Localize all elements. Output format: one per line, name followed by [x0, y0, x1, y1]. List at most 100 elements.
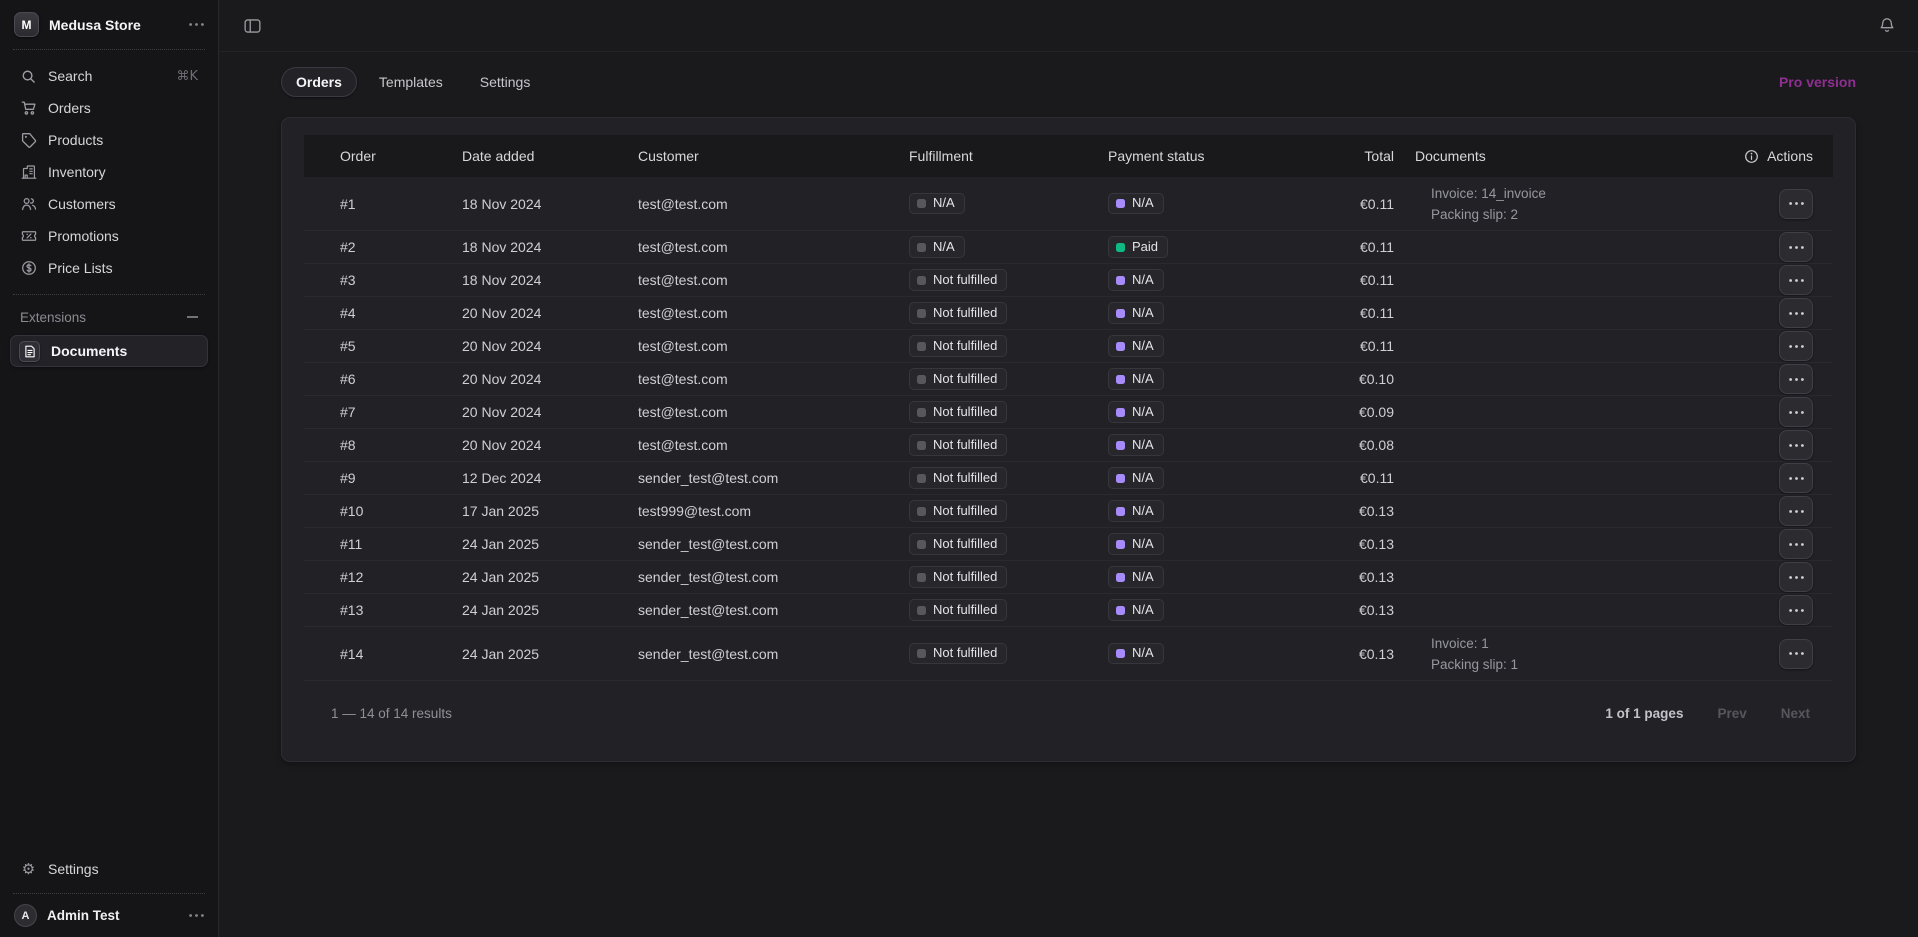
table-body: #118 Nov 2024test@test.comN/AN/A€0.11Inv…: [304, 177, 1833, 681]
row-actions-button[interactable]: [1779, 331, 1813, 361]
badge-label: Not fulfilled: [933, 570, 997, 585]
row-actions-button[interactable]: [1779, 529, 1813, 559]
prev-page-button[interactable]: Prev: [1717, 706, 1746, 721]
order-cell: #5: [304, 338, 462, 354]
fulfillment-badge: Not fulfilled: [909, 302, 1007, 324]
row-actions-button[interactable]: [1779, 639, 1813, 669]
order-cell: #12: [304, 569, 462, 585]
badge-label: N/A: [1132, 603, 1154, 618]
table-row[interactable]: #520 Nov 2024test@test.comNot fulfilledN…: [304, 330, 1833, 363]
badge-label: Not fulfilled: [933, 471, 997, 486]
sidebar-item-products[interactable]: Products: [10, 124, 208, 156]
sidebar-item-orders[interactable]: Orders: [10, 92, 208, 124]
fulfillment-cell: N/A: [909, 193, 1108, 215]
badge-label: N/A: [1132, 372, 1154, 387]
payment-status-badge: N/A: [1108, 566, 1164, 588]
ellipsis-icon: [1789, 477, 1804, 480]
documents-cell: Invoice: 1Packing slip: 1: [1394, 636, 1734, 672]
table-row[interactable]: #118 Nov 2024test@test.comN/AN/A€0.11Inv…: [304, 177, 1833, 231]
document-entry: Invoice: 1: [1431, 636, 1734, 651]
status-dot: [917, 276, 926, 285]
sidebar-item-inventory[interactable]: Inventory: [10, 156, 208, 188]
table-row[interactable]: #218 Nov 2024test@test.comN/APaid€0.11: [304, 231, 1833, 264]
ellipsis-icon: [1789, 543, 1804, 546]
badge-label: Not fulfilled: [933, 537, 997, 552]
main-area: OrdersTemplatesSettings Pro version Orde…: [219, 0, 1918, 937]
badge-label: Not fulfilled: [933, 405, 997, 420]
row-actions-button[interactable]: [1779, 232, 1813, 262]
ellipsis-icon: [1789, 444, 1804, 447]
sidebar-toggle-button[interactable]: [241, 15, 264, 37]
notifications-button[interactable]: [1876, 14, 1898, 37]
row-actions-button[interactable]: [1779, 496, 1813, 526]
row-actions-button[interactable]: [1779, 265, 1813, 295]
status-dot: [917, 199, 926, 208]
payment-status-badge: N/A: [1108, 368, 1164, 390]
sidebar-item-label: Promotions: [48, 228, 119, 244]
tab-settings[interactable]: Settings: [465, 67, 546, 97]
row-actions-button[interactable]: [1779, 595, 1813, 625]
collapse-extensions-icon[interactable]: [187, 316, 198, 318]
order-cell: #14: [304, 646, 462, 662]
customer-cell: test@test.com: [638, 437, 909, 453]
payment-status-cell: N/A: [1108, 434, 1308, 456]
row-actions-button[interactable]: [1779, 463, 1813, 493]
tab-orders[interactable]: Orders: [281, 67, 357, 97]
row-actions-button[interactable]: [1779, 189, 1813, 219]
total-cell: €0.13: [1308, 602, 1394, 618]
table-row[interactable]: #1424 Jan 2025sender_test@test.comNot fu…: [304, 627, 1833, 681]
date-added-cell: 20 Nov 2024: [462, 437, 638, 453]
next-page-button[interactable]: Next: [1781, 706, 1810, 721]
user-name: Admin Test: [47, 908, 179, 923]
pro-version-link[interactable]: Pro version: [1779, 74, 1856, 90]
row-actions-button[interactable]: [1779, 430, 1813, 460]
table-row[interactable]: #318 Nov 2024test@test.comNot fulfilledN…: [304, 264, 1833, 297]
store-menu[interactable]: M Medusa Store: [0, 0, 218, 49]
customer-cell: test@test.com: [638, 239, 909, 255]
table-row[interactable]: #912 Dec 2024sender_test@test.comNot ful…: [304, 462, 1833, 495]
payment-status-badge: N/A: [1108, 467, 1164, 489]
date-added-cell: 24 Jan 2025: [462, 602, 638, 618]
table-row[interactable]: #620 Nov 2024test@test.comNot fulfilledN…: [304, 363, 1833, 396]
row-actions-button[interactable]: [1779, 562, 1813, 592]
status-dot: [917, 649, 926, 658]
content-area: OrdersTemplatesSettings Pro version Orde…: [219, 52, 1918, 937]
row-actions-button[interactable]: [1779, 364, 1813, 394]
user-menu-ellipsis-icon[interactable]: [189, 914, 204, 917]
sidebar-item-customers[interactable]: Customers: [10, 188, 208, 220]
column-header-total: Total: [1308, 148, 1394, 164]
table-row[interactable]: #1324 Jan 2025sender_test@test.comNot fu…: [304, 594, 1833, 627]
sidebar-item-promotions[interactable]: Promotions: [10, 220, 208, 252]
row-actions-button[interactable]: [1779, 298, 1813, 328]
date-added-cell: 20 Nov 2024: [462, 338, 638, 354]
sidebar-item-settings[interactable]: ⚙ Settings: [10, 853, 208, 885]
sidebar-item-label: Inventory: [48, 164, 106, 180]
date-added-cell: 18 Nov 2024: [462, 272, 638, 288]
row-actions-button[interactable]: [1779, 397, 1813, 427]
table-row[interactable]: #1124 Jan 2025sender_test@test.comNot fu…: [304, 528, 1833, 561]
sidebar-item-label: Settings: [48, 861, 99, 877]
badge-label: Not fulfilled: [933, 504, 997, 519]
store-menu-ellipsis-icon[interactable]: [189, 23, 204, 26]
status-dot: [917, 342, 926, 351]
sidebar-item-price-lists[interactable]: Price Lists: [10, 252, 208, 284]
table-row[interactable]: #1224 Jan 2025sender_test@test.comNot fu…: [304, 561, 1833, 594]
actions-cell: [1734, 397, 1833, 427]
date-added-cell: 18 Nov 2024: [462, 196, 638, 212]
tab-templates[interactable]: Templates: [364, 67, 458, 97]
user-menu[interactable]: A Admin Test: [0, 894, 218, 937]
fulfillment-badge: Not fulfilled: [909, 434, 1007, 456]
customers-icon: [20, 196, 37, 213]
status-dot: [917, 243, 926, 252]
sidebar-item-documents[interactable]: Documents: [10, 335, 208, 367]
table-row[interactable]: #1017 Jan 2025test999@test.comNot fulfil…: [304, 495, 1833, 528]
sidebar-item-label: Orders: [48, 100, 91, 116]
table-row[interactable]: #820 Nov 2024test@test.comNot fulfilledN…: [304, 429, 1833, 462]
table-row[interactable]: #720 Nov 2024test@test.comNot fulfilledN…: [304, 396, 1833, 429]
payment-status-badge: N/A: [1108, 500, 1164, 522]
status-dot: [917, 573, 926, 582]
table-row[interactable]: #420 Nov 2024test@test.comNot fulfilledN…: [304, 297, 1833, 330]
table-header: OrderDate addedCustomerFulfillmentPaymen…: [304, 135, 1833, 177]
sidebar-item-search[interactable]: Search⌘K: [10, 60, 208, 92]
info-icon[interactable]: [1744, 149, 1759, 164]
